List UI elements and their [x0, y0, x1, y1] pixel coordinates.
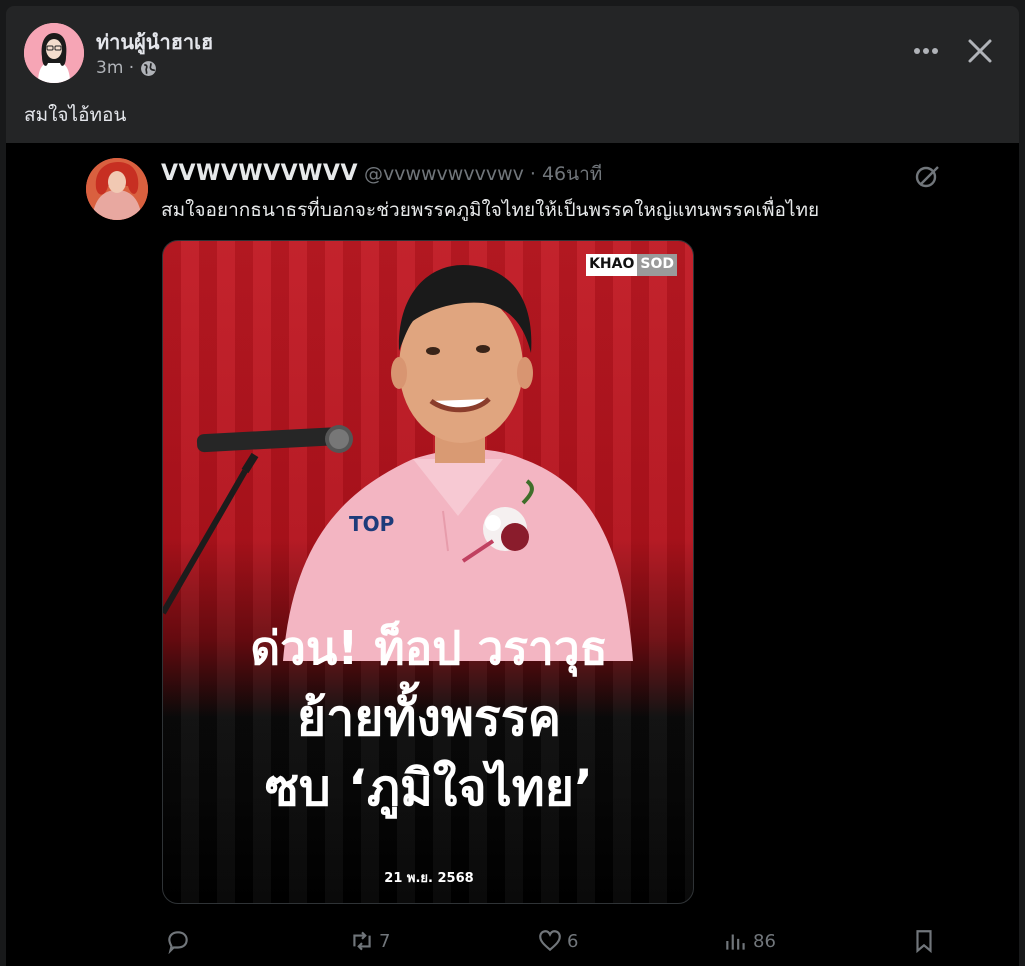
grok-icon — [915, 166, 939, 188]
more-options-button[interactable] — [911, 36, 941, 66]
tweet-avatar — [86, 158, 148, 220]
tweet-display-name: VVWVWVVWVV @vvwwvwvvvwv · 46นาที — [161, 159, 602, 189]
close-icon — [968, 39, 992, 63]
bookmark-button[interactable] — [911, 928, 937, 954]
logo-left: KHAO — [586, 254, 638, 276]
tweet-name-text: VVWVWVVWVV — [161, 161, 358, 186]
avatar-illustration — [24, 23, 84, 83]
shirt-logo-text: TOP — [349, 512, 394, 536]
khaosod-logo: KHAO SOD — [586, 254, 677, 276]
headline-line-1: ด่วน! ท็อป วราวุธ — [250, 621, 608, 675]
close-button[interactable] — [963, 34, 997, 68]
avatar-illustration — [86, 158, 148, 220]
news-image-card: TOP KHAO SOD ด่วน! ท็อป วราวุธ ย้ายทั้งพร… — [162, 240, 694, 904]
retweet-button[interactable]: 7 — [349, 928, 390, 954]
facebook-post: ท่านผู้นำฮาเฮ 3m · สมใจไอ้ทอน VVWVWVVWVV… — [6, 6, 1019, 966]
post-time[interactable]: 3m · — [96, 58, 134, 78]
news-headline: ด่วน! ท็อป วราวุธ ย้ายทั้งพรรค ซบ ‘ภูมิใ… — [163, 613, 693, 823]
retweet-count: 7 — [379, 930, 391, 952]
post-media-screenshot[interactable]: VVWVWVVWVV @vvwwvwvvvwv · 46นาที สมใจอยาก… — [6, 143, 1019, 966]
author-name[interactable]: ท่านผู้นำฮาเฮ — [96, 26, 213, 58]
tweet-handle: @vvwwvwvvvwv · 46นาที — [363, 163, 603, 185]
author-avatar[interactable] — [24, 23, 84, 83]
more-icon — [914, 48, 938, 54]
logo-right: SOD — [637, 254, 677, 276]
retweet-icon — [353, 931, 371, 951]
headline-line-3: ซบ ‘ภูมิใจไทย’ — [264, 759, 594, 817]
reply-icon — [168, 931, 188, 954]
news-date: 21 พ.ย. 2568 — [384, 871, 474, 886]
heart-icon — [539, 930, 561, 952]
views-count: 86 — [753, 930, 776, 952]
tweet-text: สมใจอยากธนาธรที่บอกจะช่วยพรรคภูมิใจไทยให… — [161, 199, 820, 221]
views-button[interactable]: 86 — [723, 928, 776, 954]
tweet-actions: 7 6 86 — [161, 928, 961, 958]
reply-button[interactable] — [165, 928, 195, 954]
views-icon — [726, 934, 745, 950]
like-button[interactable]: 6 — [537, 928, 578, 954]
post-header: ท่านผู้นำฮาเฮ 3m · — [6, 6, 1019, 90]
post-caption: สมใจไอ้ทอน — [24, 104, 127, 126]
bookmark-icon — [916, 930, 932, 954]
headline-line-2: ย้ายทั้งพรรค — [296, 689, 562, 747]
globe-icon — [141, 60, 157, 76]
like-count: 6 — [567, 930, 579, 952]
post-meta: 3m · — [96, 58, 157, 78]
